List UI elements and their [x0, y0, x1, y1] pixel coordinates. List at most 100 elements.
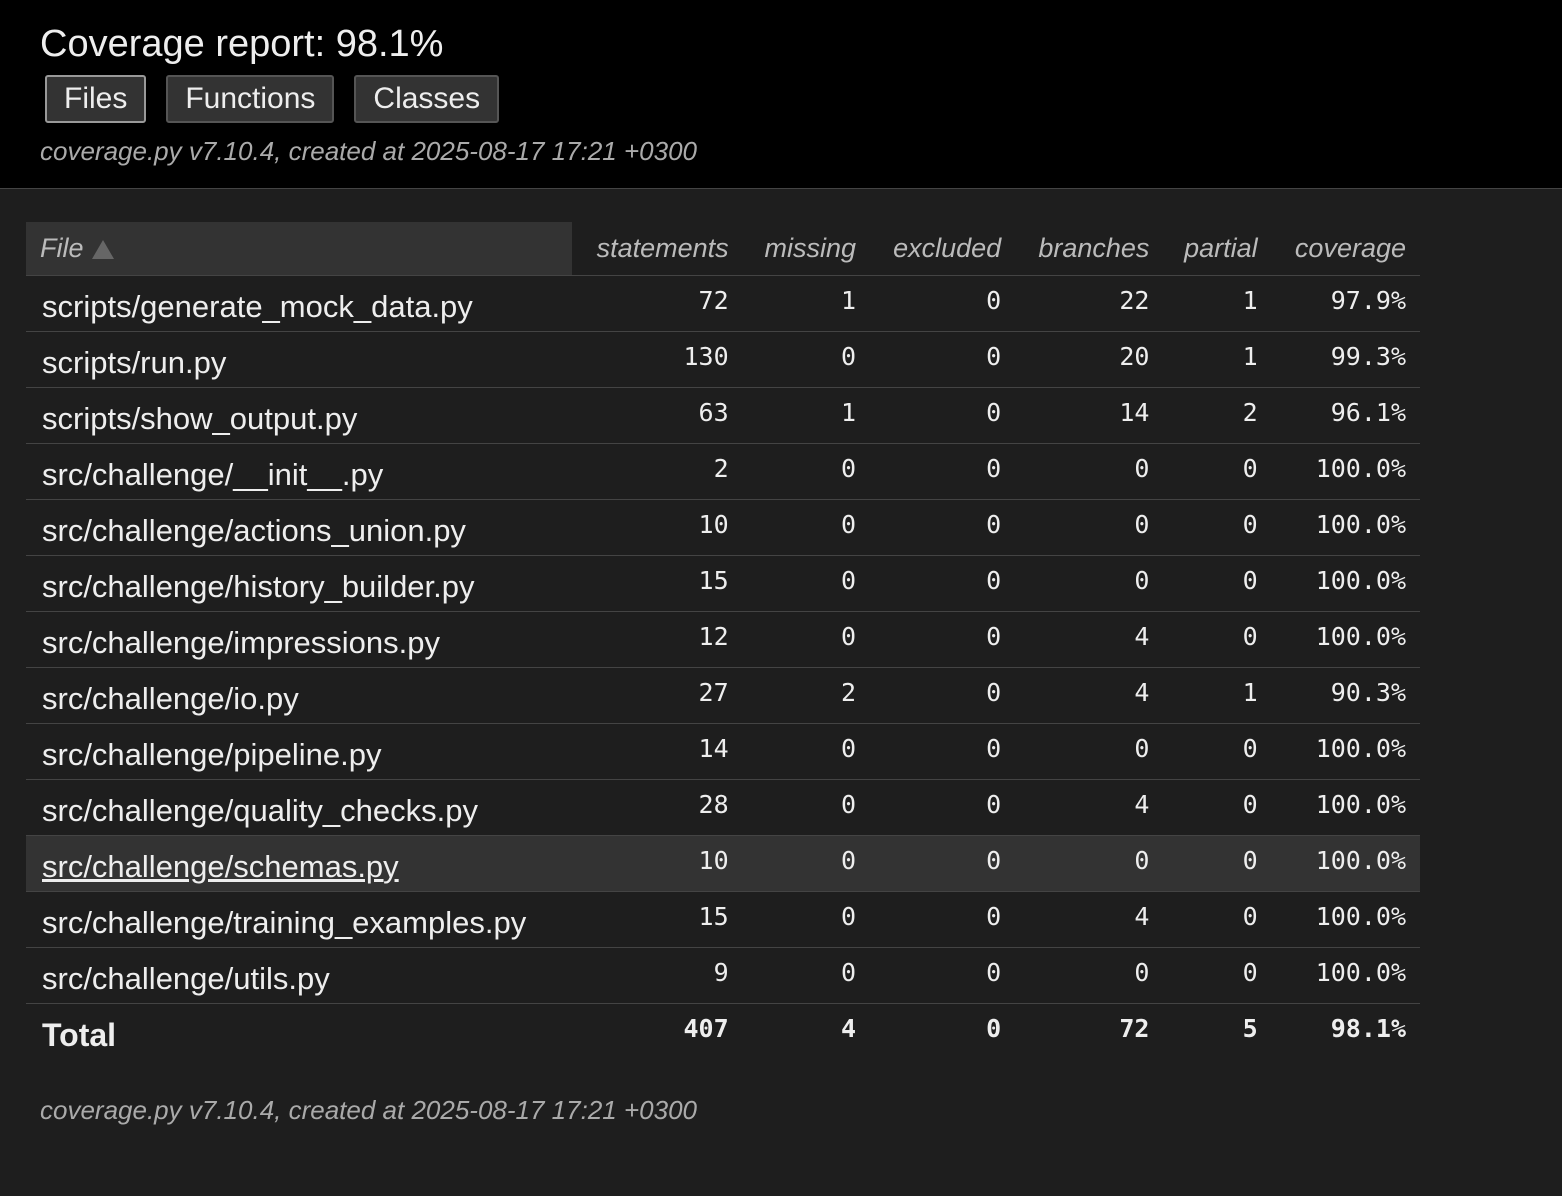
total-row: Total 407 4 0 72 5 98.1% — [26, 1002, 1420, 1059]
missing-cell: 1 — [742, 386, 871, 443]
file-link[interactable]: src/challenge/training_examples.py — [42, 905, 526, 940]
table-row[interactable]: scripts/generate_mock_data.py 72 1 0 22 1 97.9… — [26, 274, 1420, 331]
partial-cell: 0 — [1163, 946, 1272, 1003]
statements-cell: 10 — [572, 834, 743, 891]
partial-cell: 2 — [1163, 386, 1272, 443]
table-row[interactable]: src/challenge/actions_union.py 10 0 0 0 0 100.… — [26, 498, 1420, 555]
excluded-cell: 0 — [870, 834, 1016, 891]
statements-cell: 2 — [572, 442, 743, 499]
file-cell: src/challenge/schemas.py — [26, 834, 572, 891]
coverage-cell: 100.0% — [1271, 498, 1420, 555]
branches-cell: 4 — [1015, 610, 1164, 667]
coverage-cell: 96.1% — [1271, 386, 1420, 443]
branches-cell: 0 — [1015, 834, 1164, 891]
total-branches: 72 — [1015, 1002, 1164, 1059]
table-row[interactable]: src/challenge/history_builder.py 15 0 0 0 0 10… — [26, 554, 1420, 611]
table-row[interactable]: src/challenge/training_examples.py 15 0 0 4 0… — [26, 890, 1420, 947]
file-cell: src/challenge/io.py — [26, 666, 572, 723]
view-switcher: Files Functions Classes — [45, 75, 1522, 123]
excluded-cell: 0 — [870, 330, 1016, 387]
coverage-cell: 97.9% — [1271, 274, 1420, 331]
column-header-coverage[interactable]: coverage — [1272, 222, 1420, 275]
missing-cell: 0 — [742, 498, 871, 555]
partial-cell: 0 — [1163, 722, 1272, 779]
branches-cell: 0 — [1015, 722, 1164, 779]
excluded-cell: 0 — [870, 946, 1016, 1003]
table-header-row: File statements missing excluded branche… — [26, 222, 1420, 275]
file-link[interactable]: scripts/show_output.py — [42, 401, 357, 436]
table-row[interactable]: src/challenge/schemas.py 10 0 0 0 0 100.0% — [26, 834, 1420, 891]
excluded-cell: 0 — [870, 890, 1016, 947]
partial-cell: 0 — [1163, 834, 1272, 891]
branches-cell: 4 — [1015, 778, 1164, 835]
branches-cell: 4 — [1015, 666, 1164, 723]
table-row[interactable]: src/challenge/impressions.py 12 0 0 4 0 100.0% — [26, 610, 1420, 667]
table-row[interactable]: scripts/run.py 130 0 0 20 1 99.3% — [26, 330, 1420, 387]
column-header-branches[interactable]: branches — [1015, 222, 1163, 275]
excluded-cell: 0 — [870, 610, 1016, 667]
table-row[interactable]: src/challenge/pipeline.py 14 0 0 0 0 100.0% — [26, 722, 1420, 779]
statements-cell: 63 — [572, 386, 743, 443]
excluded-cell: 0 — [870, 722, 1016, 779]
partial-cell: 0 — [1163, 498, 1272, 555]
classes-button[interactable]: Classes — [354, 75, 500, 123]
file-cell: src/challenge/quality_checks.py — [26, 778, 572, 835]
branches-cell: 0 — [1015, 442, 1164, 499]
statements-cell: 130 — [572, 330, 743, 387]
table-row[interactable]: src/challenge/__init__.py 2 0 0 0 0 100.0% — [26, 442, 1420, 499]
file-cell: scripts/generate_mock_data.py — [26, 274, 572, 331]
created-info: coverage.py v7.10.4, created at 2025-08-… — [40, 136, 697, 166]
file-link[interactable]: scripts/run.py — [42, 345, 226, 380]
statements-cell: 12 — [572, 610, 743, 667]
column-header-statements[interactable]: statements — [572, 222, 743, 275]
column-header-file[interactable]: File — [26, 222, 572, 275]
partial-cell: 1 — [1163, 274, 1272, 331]
report-body: File statements missing excluded branche… — [0, 189, 1562, 1059]
column-header-missing[interactable]: missing — [743, 222, 870, 275]
partial-cell: 1 — [1163, 666, 1272, 723]
missing-cell: 1 — [742, 274, 871, 331]
file-cell: scripts/show_output.py — [26, 386, 572, 443]
file-link[interactable]: src/challenge/actions_union.py — [42, 513, 466, 548]
file-link[interactable]: src/challenge/pipeline.py — [42, 737, 382, 772]
coverage-cell: 99.3% — [1271, 330, 1420, 387]
total-coverage: 98.1% — [1271, 1002, 1420, 1059]
file-cell: src/challenge/__init__.py — [26, 442, 572, 499]
partial-cell: 1 — [1163, 330, 1272, 387]
statements-cell: 27 — [572, 666, 743, 723]
file-link[interactable]: src/challenge/schemas.py — [42, 849, 399, 884]
statements-cell: 14 — [572, 722, 743, 779]
coverage-cell: 100.0% — [1271, 890, 1420, 947]
report-header: Coverage report: 98.1% Files Functions C… — [0, 0, 1562, 189]
column-header-label: File — [40, 232, 84, 263]
column-header-partial[interactable]: partial — [1163, 222, 1271, 275]
file-cell: src/challenge/history_builder.py — [26, 554, 572, 611]
missing-cell: 0 — [742, 610, 871, 667]
column-header-excluded[interactable]: excluded — [870, 222, 1015, 275]
table-row[interactable]: src/challenge/quality_checks.py 28 0 0 4 0 100… — [26, 778, 1420, 835]
branches-cell: 0 — [1015, 946, 1164, 1003]
partial-cell: 0 — [1163, 442, 1272, 499]
coverage-cell: 100.0% — [1271, 778, 1420, 835]
file-link[interactable]: src/challenge/io.py — [42, 681, 299, 716]
file-link[interactable]: src/challenge/__init__.py — [42, 457, 383, 492]
file-link[interactable]: src/challenge/impressions.py — [42, 625, 440, 660]
report-footer: coverage.py v7.10.4, created at 2025-08-… — [0, 1059, 1562, 1126]
branches-cell: 22 — [1015, 274, 1164, 331]
file-link[interactable]: scripts/generate_mock_data.py — [42, 289, 473, 324]
functions-button[interactable]: Functions — [166, 75, 335, 123]
branches-cell: 14 — [1015, 386, 1164, 443]
table-row[interactable]: scripts/show_output.py 63 1 0 14 2 96.1% — [26, 386, 1420, 443]
file-link[interactable]: src/challenge/utils.py — [42, 961, 330, 996]
footer-created-info: coverage.py v7.10.4, created at 2025-08-… — [40, 1095, 697, 1125]
table-row[interactable]: src/challenge/io.py 27 2 0 4 1 90.3% — [26, 666, 1420, 723]
missing-cell: 0 — [742, 330, 871, 387]
files-button[interactable]: Files — [45, 75, 147, 123]
missing-cell: 0 — [742, 946, 871, 1003]
table-row[interactable]: src/challenge/utils.py 9 0 0 0 0 100.0% — [26, 946, 1420, 1003]
branches-cell: 4 — [1015, 890, 1164, 947]
coverage-table: File statements missing excluded branche… — [26, 222, 1420, 1059]
file-link[interactable]: src/challenge/quality_checks.py — [42, 793, 478, 828]
statements-cell: 9 — [572, 946, 743, 1003]
file-link[interactable]: src/challenge/history_builder.py — [42, 569, 475, 604]
